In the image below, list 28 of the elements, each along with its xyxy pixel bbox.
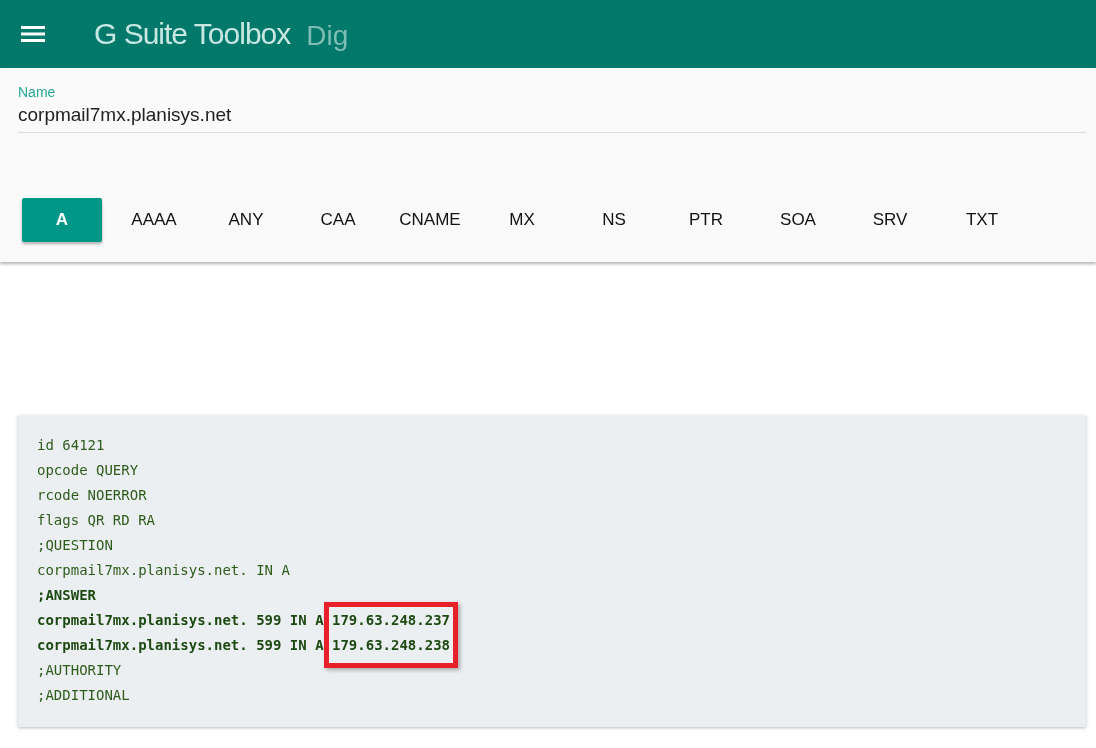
record-type-button[interactable]: MX — [482, 198, 562, 242]
record-type-button[interactable]: SOA — [758, 198, 838, 242]
record-type-button[interactable]: PTR — [666, 198, 746, 242]
output-line: ;QUESTION — [37, 536, 114, 555]
record-type-button[interactable]: SRV — [850, 198, 930, 242]
output-line: corpmail7mx.planisys.net. 599 IN A 179.63.248.237 — [37, 611, 451, 630]
output-line: corpmail7mx.planisys.net. 599 IN A 179.63.248.238 — [37, 636, 451, 655]
record-type-button[interactable]: ANY — [206, 198, 286, 242]
output-line: flags QR RD RA — [37, 511, 156, 530]
output-line: opcode QUERY — [37, 461, 140, 480]
record-type-button[interactable]: AAAA — [114, 198, 194, 242]
record-type-button[interactable]: CAA — [298, 198, 378, 242]
output-line: ;AUTHORITY — [37, 661, 123, 680]
output-line: ;ANSWER — [37, 586, 97, 605]
output-line: rcode NOERROR — [37, 486, 148, 505]
record-type-button[interactable]: A — [22, 198, 102, 242]
page-subtitle: Dig — [306, 20, 349, 52]
menu-icon[interactable] — [21, 25, 45, 43]
output-line: corpmail7mx.planisys.net. IN A — [37, 561, 291, 580]
record-type-button[interactable]: NS — [574, 198, 654, 242]
app-title: G Suite Toolbox — [94, 17, 291, 51]
name-input[interactable]: corpmail7mx.planisys.net — [18, 104, 1086, 126]
record-type-button[interactable]: TXT — [942, 198, 1022, 242]
name-field[interactable]: Name corpmail7mx.planisys.net — [18, 84, 1086, 133]
output-line: ;ADDITIONAL — [37, 686, 131, 705]
output-line: id 64121 — [37, 436, 106, 455]
record-type-button[interactable]: CNAME — [390, 198, 470, 242]
field-label: Name — [18, 84, 57, 100]
